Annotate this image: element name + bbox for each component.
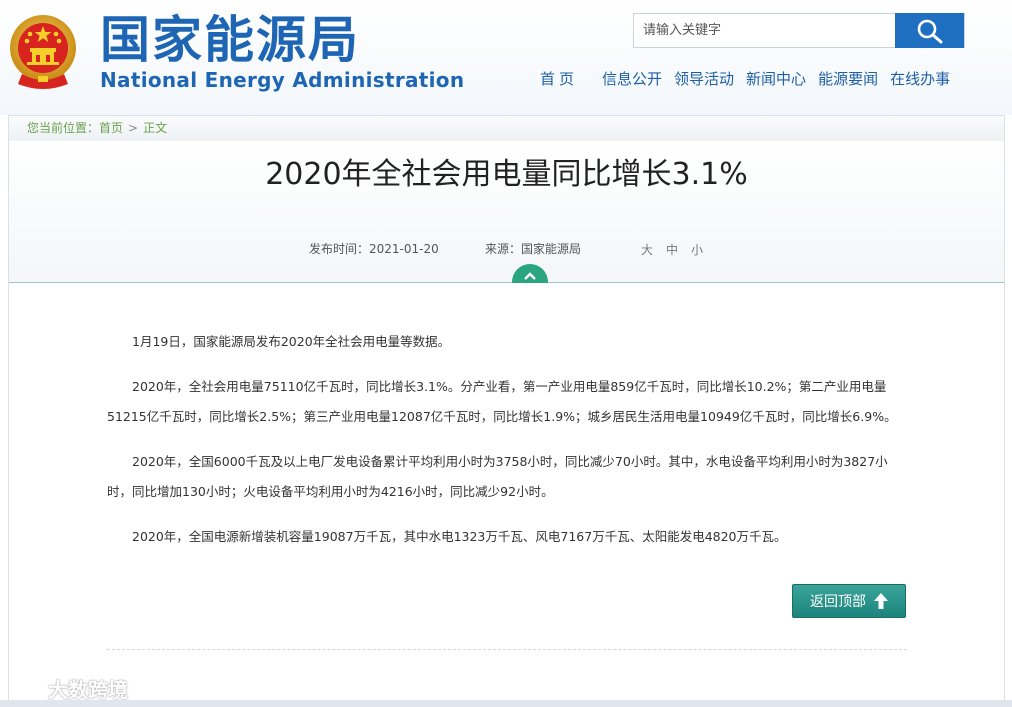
- search-input[interactable]: [634, 14, 896, 47]
- article-paragraph: 2020年，全社会用电量75110亿千瓦时，同比增长3.1%。分产业看，第一产业…: [107, 379, 897, 424]
- back-to-top-button[interactable]: 返回顶部: [792, 584, 906, 618]
- search-button[interactable]: [895, 13, 964, 48]
- national-emblem-icon: [10, 15, 76, 89]
- article-header: 2020年全社会用电量同比增长3.1% 发布时间：2021-01-20 来源：国…: [9, 141, 1004, 283]
- site-header: 国家能源局 National Energy Administration 首页 …: [0, 0, 1012, 115]
- article-paragraph: 1月19日，国家能源局发布2020年全社会用电量等数据。: [132, 334, 451, 349]
- font-size-large[interactable]: 大: [641, 243, 653, 257]
- main-nav: 首页 信息公开 领导活动 新闻中心 能源要闻 在线办事: [540, 68, 962, 90]
- watermark-logo-icon: [8, 680, 48, 698]
- chevron-up-icon: [524, 272, 536, 280]
- site-title-en: National Energy Administration: [100, 68, 465, 92]
- article-content: 1月19日，国家能源局发布2020年全社会用电量等数据。 2020年，全社会用电…: [107, 327, 907, 567]
- breadcrumb-home-link[interactable]: 首页: [99, 121, 123, 135]
- watermark: 大数跨境: [8, 675, 128, 702]
- watermark-text: 大数跨境: [48, 677, 128, 702]
- nav-item-info-public[interactable]: 信息公开: [602, 68, 662, 90]
- arrow-up-icon: [874, 593, 888, 609]
- breadcrumb-prefix: 您当前位置：: [27, 121, 100, 135]
- breadcrumb: 您当前位置：首页 > 正文: [8, 115, 1005, 141]
- bottom-strip: [0, 700, 1012, 707]
- site-title-cn: 国家能源局: [100, 11, 360, 69]
- publish-date: 发布时间：2021-01-20: [309, 242, 439, 256]
- search-icon: [917, 19, 942, 43]
- font-size-selector: 大中小: [641, 241, 716, 258]
- font-size-medium[interactable]: 中: [666, 243, 678, 257]
- article-paragraph: 2020年，全国6000千瓦及以上电厂发电设备累计平均利用小时为3758小时，同…: [107, 454, 888, 499]
- article-source: 来源：国家能源局: [485, 242, 582, 256]
- collapse-toggle[interactable]: [512, 264, 548, 283]
- font-size-small[interactable]: 小: [691, 243, 703, 257]
- nav-item-energy-news[interactable]: 能源要闻: [818, 68, 878, 90]
- back-to-top-label: 返回顶部: [810, 594, 866, 610]
- nav-item-leadership[interactable]: 领导活动: [674, 68, 734, 90]
- article-paragraph: 2020年，全国电源新增装机容量19087万千瓦，其中水电1323万千瓦、风电7…: [132, 529, 787, 544]
- breadcrumb-separator: >: [128, 121, 139, 135]
- nav-item-home[interactable]: 首页: [540, 68, 578, 90]
- article-title: 2020年全社会用电量同比增长3.1%: [265, 157, 748, 192]
- nav-item-news-center[interactable]: 新闻中心: [746, 68, 806, 90]
- nav-item-online-services[interactable]: 在线办事: [890, 68, 950, 90]
- breadcrumb-current: 正文: [143, 121, 168, 135]
- article: 2020年全社会用电量同比增长3.1% 发布时间：2021-01-20 来源：国…: [8, 141, 1005, 707]
- content-divider: [107, 649, 907, 650]
- search-box: [633, 13, 965, 48]
